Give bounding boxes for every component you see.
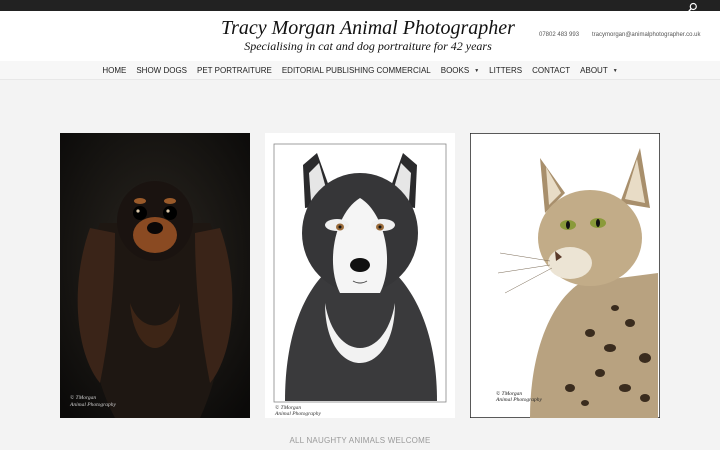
nav-item-show-dogs[interactable]: SHOW DOGS (136, 66, 187, 75)
photo-watermark: © TMorgan (275, 404, 301, 411)
site-tagline: Specialising in cat and dog portraiture … (244, 39, 492, 53)
nav-menu: HOME SHOW DOGS PET PORTRAITURE EDITORIAL… (0, 61, 720, 80)
photo-serval[interactable]: © TMorgan Animal Photography (470, 133, 660, 418)
chevron-down-icon: ▼ (612, 67, 618, 74)
photo-spaniel[interactable]: © TMorgan Animal Photography (60, 133, 250, 418)
search-button[interactable] (687, 0, 698, 12)
top-bar (0, 0, 720, 12)
chevron-down-icon: ▼ (474, 67, 480, 74)
nav-item-litters[interactable]: LITTERS (489, 66, 522, 75)
nav-item-books[interactable]: BOOKS ▼ (441, 66, 479, 75)
photo-malamute[interactable]: © TMorgan Animal Photography (265, 133, 455, 418)
photo-watermark: © TMorgan (496, 390, 522, 397)
photo-gallery: © TMorgan Animal Photography © TMorgan A… (0, 133, 720, 419)
phone-number[interactable]: 07802 483 993 (539, 32, 579, 38)
nav-item-label: BOOKS (440, 66, 470, 75)
nav-item-label: HOME (102, 66, 127, 75)
nav-item-editorial[interactable]: EDITORIAL PUBLISHING COMMERCIAL (282, 66, 431, 75)
nav-item-pet-portraiture[interactable]: PET PORTRAITURE (197, 66, 272, 75)
nav-item-label: EDITORIAL PUBLISHING COMMERCIAL (281, 66, 431, 75)
site-header: Tracy Morgan Animal Photographer Special… (0, 11, 720, 61)
nav-item-contact[interactable]: CONTACT (532, 66, 570, 75)
nav-item-label: SHOW DOGS (136, 66, 187, 75)
main-navigation: HOME SHOW DOGS PET PORTRAITURE EDITORIAL… (0, 61, 720, 80)
email-link[interactable]: tracymorgan@animalphotographer.co.uk (592, 32, 700, 38)
nav-item-label: LITTERS (489, 66, 523, 75)
photo-watermark: Animal Photography (69, 402, 117, 408)
malamute-image: © TMorgan Animal Photography (265, 133, 455, 418)
nav-item-about[interactable]: ABOUT ▼ (580, 66, 618, 75)
photo-watermark: © TMorgan (70, 394, 96, 401)
welcome-text: ALL NAUGHTY ANIMALS WELCOME (289, 436, 431, 445)
serval-image: © TMorgan Animal Photography (470, 133, 660, 418)
photo-watermark: Animal Photography (274, 411, 322, 417)
nav-item-label: ABOUT (580, 66, 608, 75)
photo-watermark: Animal Photography (495, 397, 543, 403)
spaniel-image: © TMorgan Animal Photography (60, 133, 250, 418)
nav-item-home[interactable]: HOME (102, 66, 126, 75)
nav-item-label: PET PORTRAITURE (197, 66, 272, 75)
nav-item-label: CONTACT (532, 66, 571, 75)
